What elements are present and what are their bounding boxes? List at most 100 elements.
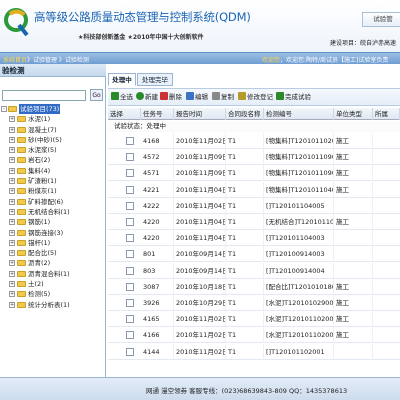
expand-icon[interactable]: + (9, 291, 15, 298)
modify-register-button[interactable]: 修改登记 (238, 92, 273, 103)
tree-item-label: 钢筋(1) (28, 218, 51, 227)
tree-item[interactable]: + 砂(中砂)(5) (0, 135, 106, 145)
delete-button[interactable]: 删除 (160, 92, 182, 103)
tree-item[interactable]: + 水泥(1) (0, 114, 106, 124)
collapse-icon[interactable]: - (1, 106, 7, 112)
tree-item[interactable]: + 岩石(2) (0, 155, 106, 165)
expand-icon[interactable]: + (9, 250, 15, 257)
folder-icon (8, 106, 17, 112)
tree-item[interactable]: + 混凝土(7) (0, 125, 106, 135)
table-row[interactable]: 42212010年11月04日T1[物集料]T120101104001施工 (108, 181, 400, 198)
table-row[interactable]: 801 2010年09月14日 T1 []T120100914003 (108, 246, 400, 263)
go-button[interactable]: Go (90, 89, 103, 101)
row-checkbox[interactable] (126, 185, 134, 194)
table-row[interactable]: 4144 2010年11月02日 T1 []T120101102001 (108, 343, 400, 360)
cell-date: 2010年10月29日 (174, 295, 226, 311)
select-all-button[interactable]: 全选 (111, 92, 133, 103)
row-checkbox[interactable] (126, 299, 134, 307)
row-checkbox[interactable] (126, 315, 134, 324)
modify-icon (238, 92, 246, 100)
tab-processing[interactable]: 处理中 (108, 73, 136, 86)
expand-icon[interactable]: + (9, 167, 15, 174)
expand-icon[interactable]: + (9, 147, 15, 154)
expand-icon[interactable]: + (9, 188, 15, 195)
row-checkbox[interactable] (126, 218, 134, 226)
slogan: ★科技部创新基金 ★2010年中国十大创新软件 (78, 34, 204, 41)
table-row[interactable]: 3926 2010年10月29日 T1 [水泥]T120101029009 施工 (108, 295, 400, 311)
table-row[interactable]: 45722010年11月09日T1[物集料]T120101109003施工 (108, 149, 400, 166)
expand-icon[interactable]: + (9, 208, 15, 215)
table-row[interactable]: 41682010年11月02日T1[物集料]T120101102001施工 (108, 133, 400, 149)
expand-icon[interactable]: + (9, 198, 15, 205)
column-header[interactable]: 所属 (373, 108, 400, 120)
tree-item[interactable]: + 水泥浆(5) (0, 145, 106, 155)
table-row[interactable]: 42202010年11月04日T1[无机结合]T120101104001施工 (108, 214, 400, 230)
expand-icon[interactable]: + (9, 281, 15, 288)
tree-item[interactable]: + 矿渣粉(1) (0, 176, 106, 186)
expand-icon[interactable]: + (9, 239, 15, 246)
tree-search-input[interactable] (2, 90, 86, 101)
column-header[interactable]: 报告时间 (174, 108, 226, 120)
row-checkbox[interactable] (126, 347, 134, 356)
column-header[interactable]: 单位类型 (334, 108, 373, 120)
tree-item[interactable]: + 统计分析表(1) (0, 300, 106, 310)
table-row[interactable]: 803 2010年09月14日 T1 []T120100914004 (108, 262, 400, 279)
column-header[interactable]: 检测编号 (264, 108, 334, 120)
test-management-button[interactable]: 试验管 (362, 12, 400, 27)
tree-item[interactable]: + 矿料掺配(6) (0, 197, 106, 207)
row-checkbox[interactable] (126, 137, 134, 145)
expand-icon[interactable]: + (9, 301, 15, 308)
row-checkbox[interactable] (126, 331, 134, 340)
tree-item[interactable]: + 无机结合料(1) (0, 207, 106, 217)
table-row[interactable]: 45712010年11月09日T1[物集料]T120101109002施工 (108, 165, 400, 182)
cell-contract: T1 (226, 214, 264, 230)
column-header[interactable]: 合同段名称 (226, 108, 264, 120)
expand-icon[interactable]: + (9, 157, 15, 164)
finish-test-button[interactable]: 完成试验 (276, 92, 311, 103)
tree-item[interactable]: + 沥青混合料(1) (0, 269, 106, 279)
column-header[interactable]: 选择 (108, 108, 141, 120)
copy-label: 复制 (221, 93, 234, 101)
expand-icon[interactable]: + (9, 229, 15, 236)
tree-item[interactable]: + 锚杆(1) (0, 238, 106, 248)
tree-item[interactable]: + 沥青(2) (0, 258, 106, 268)
tree-item[interactable]: + 集料(4) (0, 166, 106, 176)
home-link[interactable]: 系统首页 (3, 57, 27, 64)
edit-button[interactable]: 编辑 (186, 92, 208, 103)
row-checkbox[interactable] (126, 250, 134, 259)
row-checkbox[interactable] (126, 234, 134, 243)
row-checkbox[interactable] (126, 153, 134, 162)
tab-finished[interactable]: 处理完毕 (137, 73, 173, 86)
tree-item[interactable]: + 钢筋连接(3) (0, 228, 106, 238)
tree-item[interactable]: + 粉煤灰(1) (0, 186, 106, 196)
group-row[interactable]: 试验状态：处理中 (108, 121, 400, 132)
folder-icon (17, 188, 26, 195)
tree-item[interactable]: - 试验项目(73) (0, 104, 106, 114)
tree-item[interactable]: + 检测(5) (0, 289, 106, 299)
row-checkbox[interactable] (126, 169, 134, 178)
row-checkbox[interactable] (126, 266, 134, 275)
expand-icon[interactable]: + (9, 136, 15, 143)
column-header[interactable]: 任务号 (141, 108, 174, 120)
copy-button[interactable]: 复制 (212, 92, 234, 103)
table-row[interactable]: 4222 2010年11月04日 T1 []T120101104005 (108, 197, 400, 214)
cell-task: 4220 (141, 230, 174, 247)
table-row[interactable]: 4165 2010年11月02日 T1 [水泥]T120101102001 施工 (108, 311, 400, 328)
expand-icon[interactable]: + (9, 270, 15, 277)
expand-icon[interactable]: + (9, 116, 15, 123)
folder-icon (17, 126, 26, 133)
tree-item[interactable]: + 钢筋(1) (0, 217, 106, 227)
expand-icon[interactable]: + (9, 178, 15, 185)
row-checkbox[interactable] (126, 201, 134, 210)
new-button[interactable]: 新建 (136, 92, 158, 103)
table-row[interactable]: 4166 2010年11月02日 T1 [水泥]T120101102002 施工 (108, 327, 400, 344)
expand-icon[interactable]: + (9, 126, 15, 133)
table-row[interactable]: 4220 2010年11月04日 T1 []T120101104003 (108, 230, 400, 247)
table-row[interactable]: 30872010年10月18日T1[配合比]T120101018001施工 (108, 278, 400, 295)
check-icon (111, 92, 119, 100)
tree-item[interactable]: + 配合比(5) (0, 248, 106, 258)
expand-icon[interactable]: + (9, 219, 15, 226)
tree-item[interactable]: + 土(2) (0, 279, 106, 289)
expand-icon[interactable]: + (9, 260, 15, 267)
row-checkbox[interactable] (126, 282, 134, 291)
